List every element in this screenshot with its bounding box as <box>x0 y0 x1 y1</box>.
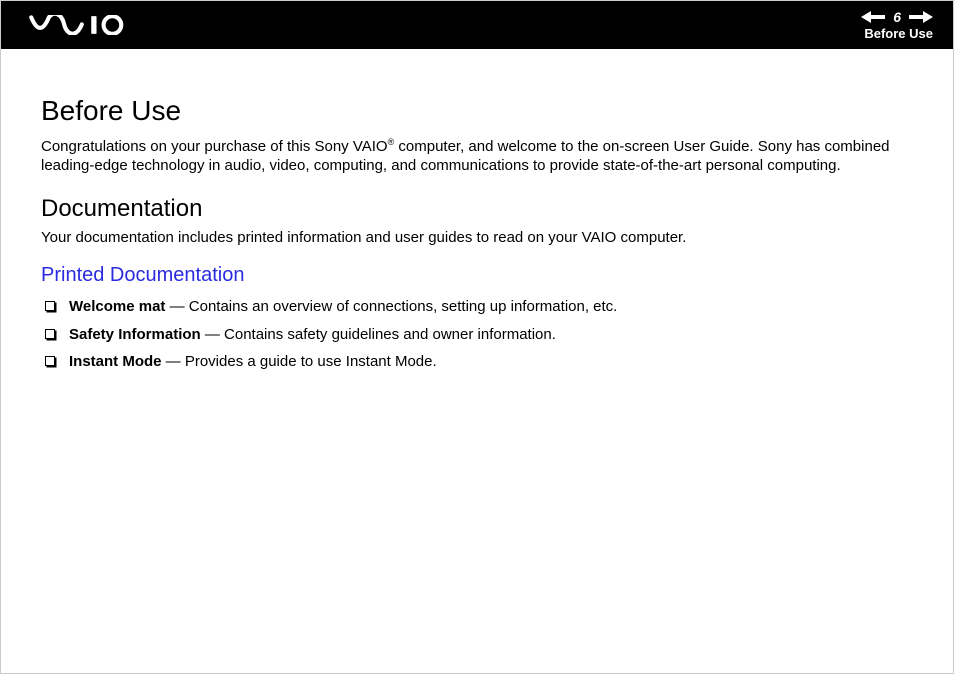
intro-text-before: Congratulations on your purchase of this… <box>41 138 388 155</box>
list-item-text: Safety Information — Contains safety gui… <box>69 325 556 345</box>
list-item-name: Instant Mode <box>69 353 162 370</box>
page-title: Before Use <box>41 95 917 127</box>
list-item: Welcome mat — Contains an overview of co… <box>45 297 917 317</box>
header-nav: 6 Before Use <box>861 9 933 41</box>
documentation-lead: Your documentation includes printed info… <box>41 229 917 246</box>
printed-documentation-list: Welcome mat — Contains an overview of co… <box>41 297 917 372</box>
bullet-icon <box>45 356 55 366</box>
bullet-icon <box>45 329 55 339</box>
list-item: Safety Information — Contains safety gui… <box>45 325 917 345</box>
list-item-name: Safety Information <box>69 326 201 343</box>
next-page-arrow-icon[interactable] <box>909 11 933 23</box>
page-container: 6 Before Use Before Use Congratulations … <box>0 0 954 674</box>
header-bar: 6 Before Use <box>1 1 953 49</box>
list-item-desc: — Contains safety guidelines and owner i… <box>201 326 556 343</box>
list-item-text: Instant Mode — Provides a guide to use I… <box>69 352 437 372</box>
documentation-heading: Documentation <box>41 195 917 223</box>
page-nav-row: 6 <box>861 9 933 25</box>
vaio-logo <box>23 15 143 35</box>
page-number: 6 <box>891 9 903 25</box>
header-section-label: Before Use <box>864 26 933 41</box>
list-item: Instant Mode — Provides a guide to use I… <box>45 352 917 372</box>
bullet-icon <box>45 301 55 311</box>
list-item-desc: — Contains an overview of connections, s… <box>165 298 617 315</box>
list-item-desc: — Provides a guide to use Instant Mode. <box>162 353 437 370</box>
printed-documentation-heading: Printed Documentation <box>41 264 917 287</box>
list-item-name: Welcome mat <box>69 298 165 315</box>
prev-page-arrow-icon[interactable] <box>861 11 885 23</box>
intro-paragraph: Congratulations on your purchase of this… <box>41 137 917 175</box>
content-area: Before Use Congratulations on your purch… <box>1 49 953 404</box>
list-item-text: Welcome mat — Contains an overview of co… <box>69 297 617 317</box>
